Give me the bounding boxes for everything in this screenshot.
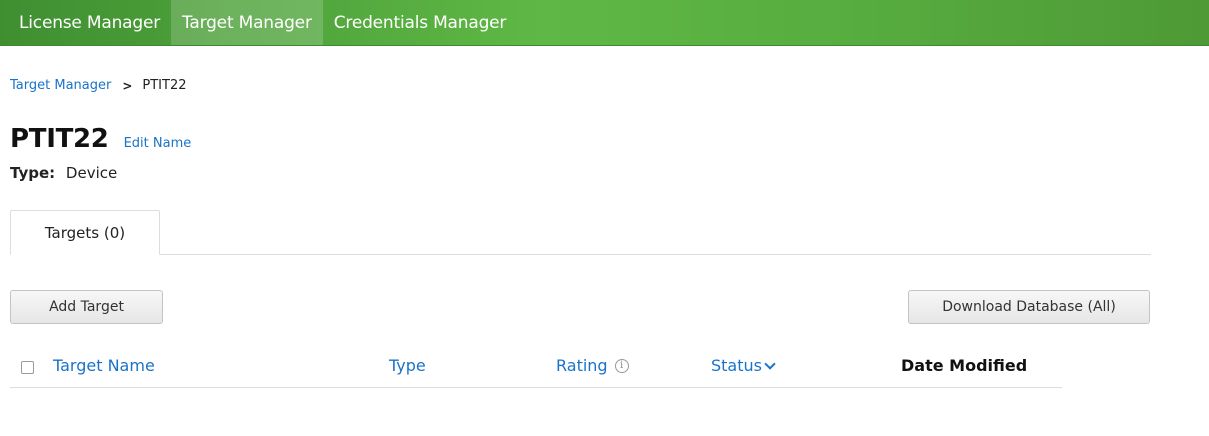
page-title: PTIT22 bbox=[10, 124, 109, 154]
breadcrumb-separator: > bbox=[122, 78, 133, 93]
type-row: Type: Device bbox=[10, 164, 117, 182]
breadcrumb-current: PTIT22 bbox=[142, 78, 187, 93]
chevron-down-icon bbox=[764, 357, 776, 370]
breadcrumb-target-manager-link[interactable]: Target Manager bbox=[10, 78, 111, 93]
add-target-button[interactable]: Add Target bbox=[10, 290, 163, 324]
nav-license-manager[interactable]: License Manager bbox=[0, 0, 171, 45]
download-database-button[interactable]: Download Database (All) bbox=[908, 290, 1150, 324]
column-target-name-label: Target Name bbox=[53, 356, 155, 375]
column-status-label: Status bbox=[711, 356, 762, 375]
tabs-bar: Targets (0) bbox=[10, 210, 1151, 255]
column-date-modified: Date Modified bbox=[901, 356, 1027, 375]
column-rating[interactable]: Rating i bbox=[556, 356, 629, 375]
nav-credentials-manager[interactable]: Credentials Manager bbox=[323, 0, 517, 45]
column-target-name[interactable]: Target Name bbox=[53, 356, 155, 375]
tab-targets[interactable]: Targets (0) bbox=[10, 210, 160, 255]
breadcrumb: Target Manager > PTIT22 bbox=[10, 78, 187, 93]
column-type[interactable]: Type bbox=[389, 356, 426, 375]
column-status[interactable]: Status bbox=[711, 356, 776, 375]
type-value: Device bbox=[65, 164, 118, 182]
column-rating-label: Rating bbox=[556, 356, 608, 375]
select-all-checkbox[interactable] bbox=[21, 361, 34, 374]
type-label: Type: bbox=[10, 164, 56, 182]
nav-target-manager[interactable]: Target Manager bbox=[171, 0, 323, 45]
column-type-label: Type bbox=[389, 356, 426, 375]
top-nav-bar: License Manager Target Manager Credentia… bbox=[0, 0, 1209, 46]
edit-name-link[interactable]: Edit Name bbox=[124, 136, 192, 151]
info-icon[interactable]: i bbox=[614, 358, 629, 373]
column-date-modified-label: Date Modified bbox=[901, 356, 1028, 375]
table-header: Target Name Type Rating i Status Date Mo… bbox=[10, 350, 1062, 388]
title-row: PTIT22 Edit Name bbox=[10, 124, 191, 154]
